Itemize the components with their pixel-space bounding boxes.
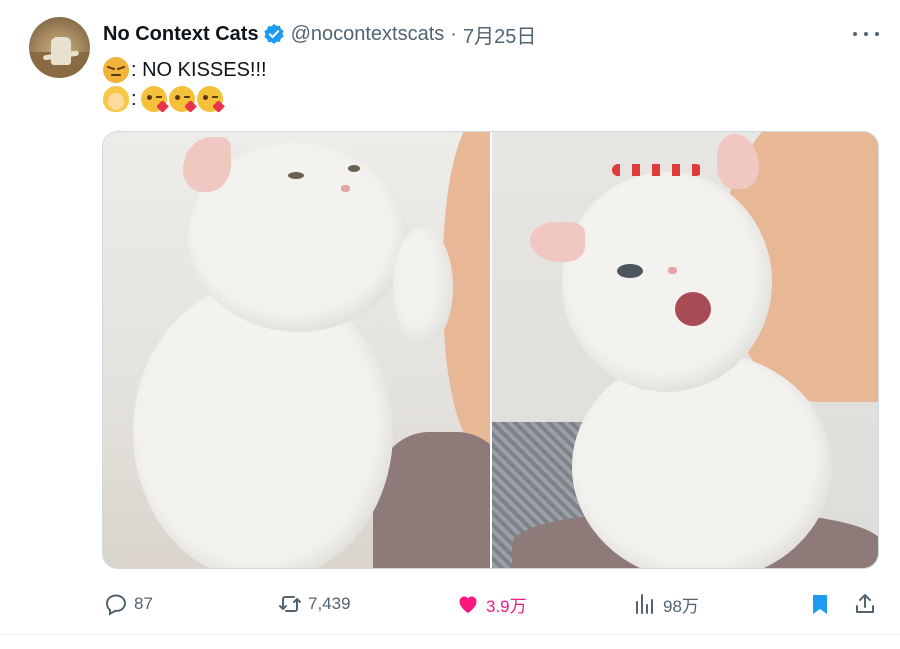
woman-emoji xyxy=(103,86,129,112)
cat-head xyxy=(562,172,772,392)
hair-clip xyxy=(612,164,702,176)
more-dot xyxy=(853,32,857,36)
reply-button[interactable]: 87 xyxy=(104,591,153,617)
retweet-icon xyxy=(279,596,301,612)
bookmark-button[interactable] xyxy=(808,591,838,617)
reply-icon xyxy=(105,594,127,616)
header-separator: · xyxy=(450,22,457,45)
pouting-cat-emoji xyxy=(103,57,129,83)
action-bar: 87 7,439 3.9万 98万 xyxy=(0,583,900,623)
cat-eye xyxy=(617,264,643,278)
cat-eye xyxy=(348,165,360,172)
verified-badge-icon[interactable] xyxy=(263,23,285,45)
cat-open-mouth xyxy=(675,292,711,326)
line2-colon: : xyxy=(131,87,137,110)
more-icon[interactable] xyxy=(853,23,879,45)
cat-nose xyxy=(341,185,350,192)
photo-cat-raising-paw[interactable] xyxy=(103,132,490,568)
cat-eye xyxy=(288,172,304,179)
tweet-text-no-kisses: : NO KISSES!!! xyxy=(131,58,267,81)
heart-icon xyxy=(459,596,477,613)
author-handle[interactable]: @nocontextscats xyxy=(291,23,445,46)
tweet-text-line-2: : xyxy=(103,85,225,113)
tweet-date[interactable]: 7月25日 xyxy=(463,20,536,49)
views-count: 98万 xyxy=(663,596,699,616)
kissing-heart-emoji xyxy=(140,86,167,112)
more-dot xyxy=(864,32,868,36)
tweet[interactable]: No Context Cats @nocontextscats · 7月25日 … xyxy=(0,0,900,649)
views-icon xyxy=(636,594,653,614)
kissing-heart-emoji xyxy=(196,86,223,112)
avatar[interactable] xyxy=(29,17,90,78)
retweet-button[interactable]: 7,439 xyxy=(278,591,351,617)
tweet-text-line-1: : NO KISSES!!! xyxy=(103,56,267,84)
kissing-heart-emoji xyxy=(168,86,195,112)
tweet-divider xyxy=(0,634,900,635)
like-button[interactable]: 3.9万 xyxy=(456,591,527,617)
media-grid xyxy=(102,131,879,569)
cat-nose xyxy=(668,267,677,274)
photo-cat-biting-face[interactable] xyxy=(492,132,878,568)
views-button[interactable]: 98万 xyxy=(633,591,699,617)
author-name[interactable]: No Context Cats xyxy=(103,23,259,46)
cat-ear xyxy=(530,222,585,262)
avatar-cat xyxy=(51,37,71,65)
retweet-count: 7,439 xyxy=(308,594,351,613)
cat-ear xyxy=(183,137,231,192)
like-count: 3.9万 xyxy=(486,596,527,616)
share-icon xyxy=(856,594,874,613)
cat-paw xyxy=(393,227,453,347)
share-button[interactable] xyxy=(853,591,883,617)
more-dot xyxy=(875,32,879,36)
bookmark-icon xyxy=(813,595,827,614)
reply-count: 87 xyxy=(134,594,153,613)
tweet-header: No Context Cats @nocontextscats · 7月25日 xyxy=(103,20,536,48)
